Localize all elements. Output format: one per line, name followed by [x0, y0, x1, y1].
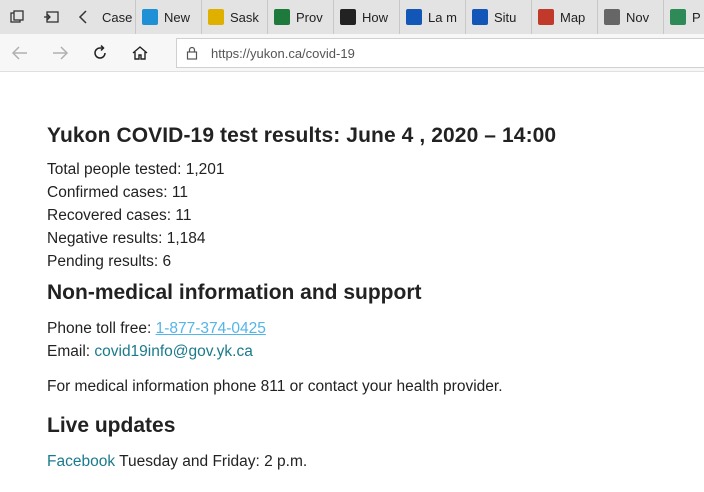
chevron-left-icon[interactable] — [68, 0, 98, 34]
tab-label: New — [164, 9, 191, 25]
navigation-bar: https://yukon.ca/covid-19 — [0, 34, 704, 72]
tab-label: Case — [102, 9, 133, 25]
tab-label: Situ — [494, 9, 517, 25]
province-icon — [274, 9, 290, 25]
image-icon — [604, 9, 620, 25]
tab-strip: Case New Sask Prov How La m Situ Map Nov P — [0, 0, 704, 34]
lock-icon[interactable] — [185, 46, 199, 60]
email-link[interactable]: covid19info@gov.yk.ca — [94, 343, 252, 360]
quebec-flag-icon — [472, 9, 488, 25]
live-schedule: Tuesday and Friday: 2 p.m. — [115, 453, 308, 470]
live-updates-heading: Live updates — [47, 414, 176, 437]
tab-label: Map — [560, 9, 586, 25]
stat-pending: Pending results: 6 — [47, 253, 172, 270]
tab-0[interactable]: Case — [98, 0, 136, 34]
live-updates-line: Facebook Tuesday and Friday: 2 p.m. — [47, 450, 687, 473]
tab-2[interactable]: Sask — [202, 0, 268, 34]
tree-icon — [670, 9, 686, 25]
phone-link[interactable]: 1-877-374-0425 — [156, 320, 266, 337]
medical-note: For medical information phone 811 or con… — [47, 378, 503, 395]
page-content: Yukon COVID-19 test results: June 4 , 20… — [47, 122, 687, 473]
support-heading: Non-medical information and support — [47, 281, 422, 304]
phone-line: Phone toll free: 1-877-374-0425 — [47, 317, 687, 340]
tab-label: How — [362, 9, 389, 25]
tab-3[interactable]: Prov — [268, 0, 334, 34]
tab-8[interactable]: Nov — [598, 0, 664, 34]
quebec-flag-icon — [406, 9, 422, 25]
home-button[interactable] — [120, 34, 160, 72]
set-aside-tabs-icon[interactable] — [34, 0, 68, 34]
map-icon — [538, 9, 554, 25]
refresh-button[interactable] — [80, 34, 120, 72]
test-results-list: Total people tested: 1,201 Confirmed cas… — [47, 158, 687, 273]
stat-negative: Negative results: 1,184 — [47, 230, 206, 247]
address-bar[interactable]: https://yukon.ca/covid-19 — [176, 38, 704, 68]
forward-button[interactable] — [40, 34, 80, 72]
stat-total-tested: Total people tested: 1,201 — [47, 161, 225, 178]
saskatchewan-icon — [208, 9, 224, 25]
tab-label: Sask — [230, 9, 259, 25]
url-text[interactable]: https://yukon.ca/covid-19 — [211, 46, 355, 61]
tab-label: P — [692, 9, 701, 25]
tab-7[interactable]: Map — [532, 0, 598, 34]
chart-icon — [142, 9, 158, 25]
phone-label: Phone toll free: — [47, 320, 156, 337]
tab-6[interactable]: Situ — [466, 0, 532, 34]
email-label: Email: — [47, 343, 95, 360]
email-line: Email: covid19info@gov.yk.ca — [47, 340, 687, 363]
page-title: Yukon COVID-19 test results: June 4 , 20… — [47, 124, 557, 147]
tab-actions-icon[interactable] — [0, 0, 34, 34]
shield-icon — [340, 9, 356, 25]
tab-label: Prov — [296, 9, 323, 25]
stat-confirmed: Confirmed cases: 11 — [47, 184, 188, 201]
tab-4[interactable]: How — [334, 0, 400, 34]
tab-5[interactable]: La m — [400, 0, 466, 34]
tab-9[interactable]: P — [664, 0, 704, 34]
tab-label: La m — [428, 9, 457, 25]
tabs-list: Case New Sask Prov How La m Situ Map Nov P — [98, 0, 704, 34]
tab-label: Nov — [626, 9, 650, 25]
back-button[interactable] — [0, 34, 40, 72]
facebook-link[interactable]: Facebook — [47, 453, 115, 470]
stat-recovered: Recovered cases: 11 — [47, 207, 192, 224]
tab-1[interactable]: New — [136, 0, 202, 34]
